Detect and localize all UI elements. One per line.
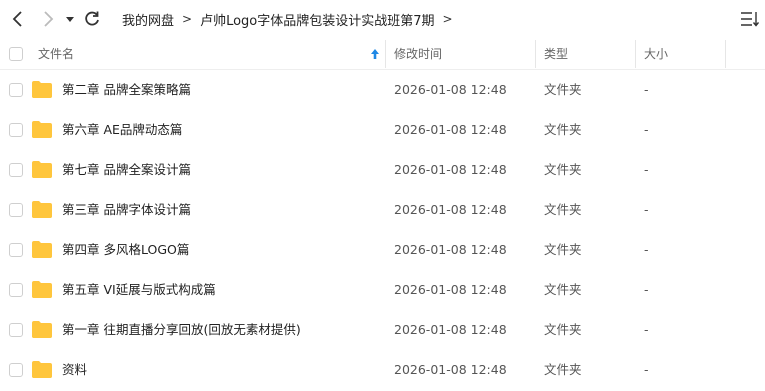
file-row[interactable]: 第二章 品牌全案策略篇 2026-01-08 12:48 文件夹 - bbox=[0, 70, 765, 110]
select-all-checkbox[interactable] bbox=[9, 47, 23, 61]
folder-icon[interactable] bbox=[31, 160, 53, 179]
file-row[interactable]: 第五章 VI延展与版式构成篇 2026-01-08 12:48 文件夹 - bbox=[0, 270, 765, 310]
file-type: 文件夹 bbox=[544, 242, 582, 257]
file-name[interactable]: 第三章 品牌字体设计篇 bbox=[62, 190, 191, 230]
column-divider[interactable] bbox=[535, 40, 536, 68]
file-size: - bbox=[644, 322, 649, 337]
file-size: - bbox=[644, 362, 649, 377]
history-dropdown-button[interactable] bbox=[63, 9, 77, 29]
file-type: 文件夹 bbox=[544, 122, 582, 137]
file-size: - bbox=[644, 82, 649, 97]
row-checkbox[interactable] bbox=[9, 243, 23, 257]
column-header-type[interactable]: 类型 bbox=[544, 38, 568, 70]
file-modified-time: 2026-01-08 12:48 bbox=[394, 362, 507, 377]
toolbar: 我的网盘 > 卢帅Logo字体品牌包装设计实战班第7期 > bbox=[0, 0, 765, 38]
folder-icon[interactable] bbox=[31, 360, 53, 379]
row-checkbox[interactable] bbox=[9, 283, 23, 297]
file-type: 文件夹 bbox=[544, 322, 582, 337]
file-row[interactable]: 第一章 往期直播分享回放(回放无素材提供) 2026-01-08 12:48 文件夹… bbox=[0, 310, 765, 350]
row-checkbox[interactable] bbox=[9, 203, 23, 217]
row-checkbox[interactable] bbox=[9, 83, 23, 97]
file-row[interactable]: 资料 2026-01-08 12:48 文件夹 - bbox=[0, 350, 765, 390]
folder-icon[interactable] bbox=[31, 280, 53, 299]
chevron-left-icon bbox=[12, 11, 22, 27]
sort-ascending-icon[interactable] bbox=[369, 47, 381, 61]
file-type: 文件夹 bbox=[544, 362, 582, 377]
file-name[interactable]: 第七章 品牌全案设计篇 bbox=[62, 150, 191, 190]
file-size: - bbox=[644, 282, 649, 297]
row-checkbox[interactable] bbox=[9, 163, 23, 177]
breadcrumb-item-current[interactable]: 卢帅Logo字体品牌包装设计实战班第7期 bbox=[200, 10, 434, 29]
chevron-right-icon bbox=[44, 11, 54, 27]
file-modified-time: 2026-01-08 12:48 bbox=[394, 282, 507, 297]
back-button[interactable] bbox=[8, 9, 28, 29]
row-checkbox[interactable] bbox=[9, 123, 23, 137]
file-row[interactable]: 第六章 AE品牌动态篇 2026-01-08 12:48 文件夹 - bbox=[0, 110, 765, 150]
file-type: 文件夹 bbox=[544, 282, 582, 297]
file-modified-time: 2026-01-08 12:48 bbox=[394, 162, 507, 177]
column-divider[interactable] bbox=[725, 40, 726, 68]
file-row[interactable]: 第四章 多风格LOGO篇 2026-01-08 12:48 文件夹 - bbox=[0, 230, 765, 270]
file-modified-time: 2026-01-08 12:48 bbox=[394, 322, 507, 337]
column-header-name[interactable]: 文件名 bbox=[38, 38, 74, 70]
file-name[interactable]: 第一章 往期直播分享回放(回放无素材提供) bbox=[62, 310, 301, 350]
file-size: - bbox=[644, 242, 649, 257]
column-header-modified[interactable]: 修改时间 bbox=[394, 38, 442, 70]
folder-icon[interactable] bbox=[31, 320, 53, 339]
refresh-button[interactable] bbox=[82, 9, 102, 29]
file-name[interactable]: 第二章 品牌全案策略篇 bbox=[62, 70, 191, 110]
file-modified-time: 2026-01-08 12:48 bbox=[394, 202, 507, 217]
breadcrumb-separator: > bbox=[442, 12, 453, 26]
list-sort-icon bbox=[741, 12, 760, 27]
file-name[interactable]: 资料 bbox=[62, 350, 87, 390]
file-name[interactable]: 第六章 AE品牌动态篇 bbox=[62, 110, 182, 150]
file-type: 文件夹 bbox=[544, 202, 582, 217]
file-row[interactable]: 第三章 品牌字体设计篇 2026-01-08 12:48 文件夹 - bbox=[0, 190, 765, 230]
forward-button[interactable] bbox=[38, 9, 58, 29]
caret-down-icon bbox=[66, 17, 74, 22]
column-divider[interactable] bbox=[385, 40, 386, 68]
refresh-icon bbox=[85, 11, 99, 26]
file-modified-time: 2026-01-08 12:48 bbox=[394, 82, 507, 97]
file-type: 文件夹 bbox=[544, 162, 582, 177]
file-type: 文件夹 bbox=[544, 82, 582, 97]
folder-icon[interactable] bbox=[31, 120, 53, 139]
file-name[interactable]: 第四章 多风格LOGO篇 bbox=[62, 230, 189, 270]
column-header-size[interactable]: 大小 bbox=[644, 38, 668, 70]
sort-menu-button[interactable] bbox=[739, 10, 760, 28]
breadcrumb-item-root[interactable]: 我的网盘 bbox=[122, 10, 174, 29]
file-row[interactable]: 第七章 品牌全案设计篇 2026-01-08 12:48 文件夹 - bbox=[0, 150, 765, 190]
breadcrumb: 我的网盘 > 卢帅Logo字体品牌包装设计实战班第7期 > bbox=[122, 0, 461, 38]
file-name[interactable]: 第五章 VI延展与版式构成篇 bbox=[62, 270, 216, 310]
row-checkbox[interactable] bbox=[9, 323, 23, 337]
folder-icon[interactable] bbox=[31, 240, 53, 259]
row-checkbox[interactable] bbox=[9, 363, 23, 377]
folder-icon[interactable] bbox=[31, 200, 53, 219]
breadcrumb-separator: > bbox=[182, 12, 193, 26]
file-size: - bbox=[644, 162, 649, 177]
file-list-header: 文件名 修改时间 类型 大小 bbox=[0, 38, 765, 70]
column-divider[interactable] bbox=[635, 40, 636, 68]
file-modified-time: 2026-01-08 12:48 bbox=[394, 122, 507, 137]
folder-icon[interactable] bbox=[31, 80, 53, 99]
file-size: - bbox=[644, 122, 649, 137]
file-size: - bbox=[644, 202, 649, 217]
file-modified-time: 2026-01-08 12:48 bbox=[394, 242, 507, 257]
